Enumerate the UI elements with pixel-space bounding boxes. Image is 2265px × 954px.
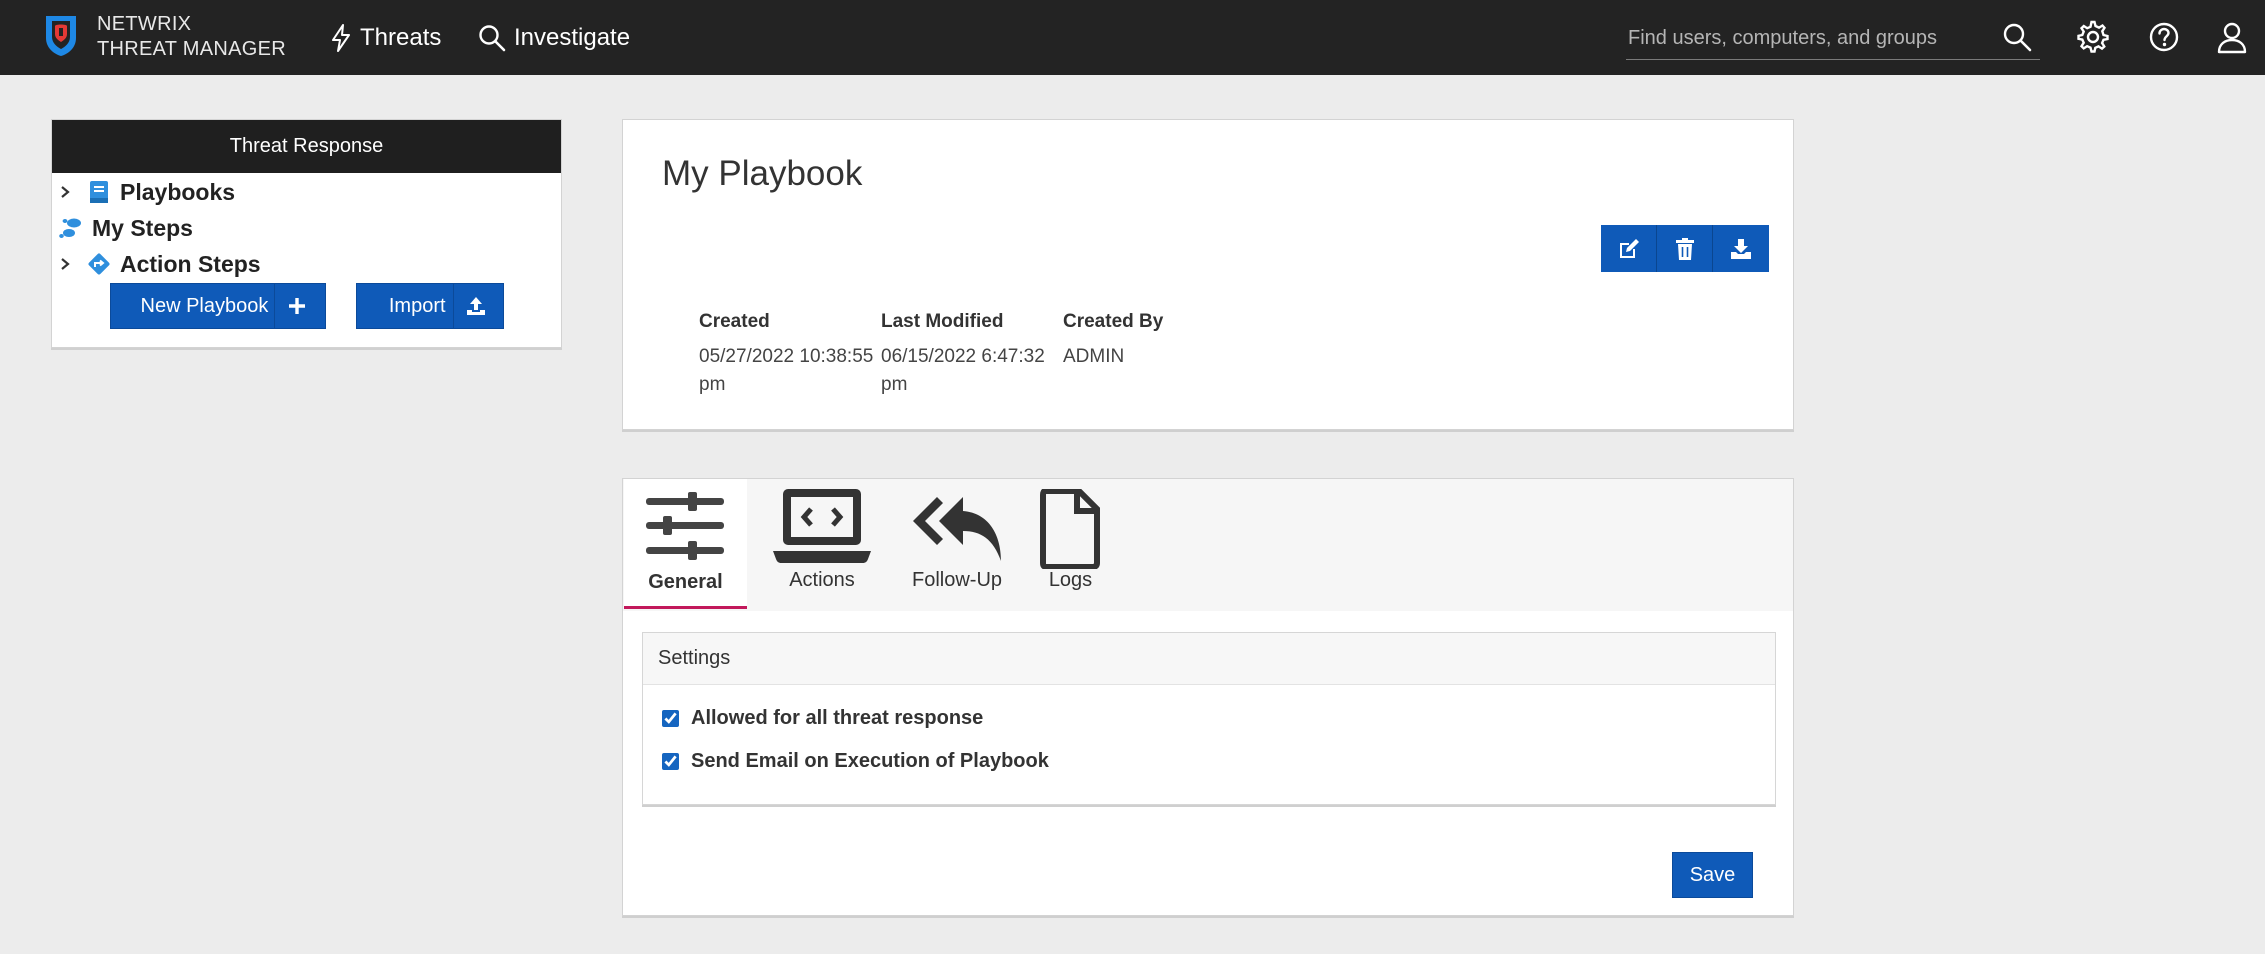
tree-item-action-steps[interactable]: Action Steps xyxy=(52,247,261,281)
diamond-arrow-icon xyxy=(88,253,110,275)
laptop-code-icon xyxy=(773,489,871,563)
nav-threats[interactable]: Threats xyxy=(330,22,441,54)
import-label: Import xyxy=(388,294,446,317)
footsteps-icon xyxy=(59,218,81,238)
file-icon xyxy=(1040,489,1100,569)
new-playbook-button[interactable]: New Playbook xyxy=(110,283,326,329)
tab-bar: General Actions Follow-Up Logs xyxy=(623,479,1793,611)
tab-follow-up[interactable]: Follow-Up xyxy=(902,479,1012,609)
help-icon xyxy=(2149,22,2179,52)
tab-logs[interactable]: Logs xyxy=(1033,479,1108,609)
brand-name: NETWRIX THREAT MANAGER xyxy=(97,12,286,62)
search-button[interactable] xyxy=(2002,22,2034,54)
meta-created: Created 05/27/2022 10:38:55 pm xyxy=(699,308,884,399)
bolt-icon xyxy=(332,24,350,52)
option-label: Send Email on Execution of Playbook xyxy=(691,750,1049,772)
playbook-config-card: General Actions Follow-Up Logs Settings … xyxy=(622,478,1794,916)
tab-logs-label: Logs xyxy=(1048,569,1093,591)
allowed-all-checkbox[interactable] xyxy=(662,710,679,727)
user-menu-button[interactable] xyxy=(2215,20,2249,54)
tab-follow-up-label: Follow-Up xyxy=(911,569,1003,591)
save-button[interactable]: Save xyxy=(1672,852,1753,898)
upload-icon xyxy=(453,284,497,328)
threat-response-panel: Threat Response Playbooks My Steps Actio… xyxy=(51,119,562,348)
netwrix-logo-icon[interactable] xyxy=(38,12,88,62)
top-nav-bar: NETWRIX THREAT MANAGER Threats Investiga… xyxy=(0,0,2265,75)
settings-button[interactable] xyxy=(2076,20,2110,54)
import-button[interactable]: Import xyxy=(356,283,504,329)
nav-investigate-label: Investigate xyxy=(514,24,631,51)
playbook-action-buttons xyxy=(1601,225,1769,272)
search-input[interactable] xyxy=(1626,24,1986,52)
plus-icon xyxy=(273,284,319,328)
tree-item-my-steps[interactable]: My Steps xyxy=(52,211,193,245)
created-by-value: ADMIN xyxy=(1063,346,1125,367)
delete-button[interactable] xyxy=(1657,225,1713,272)
tab-general-label: General xyxy=(648,571,723,593)
chevron-right-icon[interactable] xyxy=(58,184,72,200)
option-label: Allowed for all threat response xyxy=(691,707,984,729)
tree-item-playbooks[interactable]: Playbooks xyxy=(52,175,235,209)
tree-item-label: My Steps xyxy=(92,214,193,241)
playbook-details-card: My Playbook Created 05/27/2022 10:38:55 … xyxy=(622,119,1794,430)
panel-title: Threat Response xyxy=(52,120,561,173)
created-by-label: Created By xyxy=(1063,311,1164,332)
tab-general[interactable]: General xyxy=(624,479,747,609)
meta-created-by: Created By ADMIN xyxy=(1063,308,1248,371)
trash-icon xyxy=(1675,237,1694,260)
search-icon xyxy=(2003,23,2032,52)
reply-all-icon xyxy=(913,497,1001,561)
search-icon xyxy=(479,25,506,52)
edit-icon xyxy=(1619,238,1639,258)
nav-investigate[interactable]: Investigate xyxy=(478,22,630,54)
user-icon xyxy=(2217,22,2247,54)
created-value: 05/27/2022 10:38:55 pm xyxy=(699,346,874,395)
new-playbook-label: New Playbook xyxy=(140,294,269,317)
book-icon xyxy=(90,181,108,203)
tree-item-label: Action Steps xyxy=(120,250,261,277)
nav-threats-label: Threats xyxy=(360,24,442,51)
help-button[interactable] xyxy=(2147,20,2181,54)
option-send-email[interactable]: Send Email on Execution of Playbook xyxy=(662,750,1049,773)
download-icon xyxy=(1731,238,1751,259)
download-button[interactable] xyxy=(1713,225,1769,272)
settings-title: Settings xyxy=(643,633,1775,685)
brand-line-1: NETWRIX xyxy=(97,13,192,35)
tree-item-label: Playbooks xyxy=(120,178,236,205)
settings-panel: Settings Allowed for all threat response… xyxy=(642,632,1776,805)
meta-last-modified: Last Modified 06/15/2022 6:47:32 pm xyxy=(881,308,1066,399)
page-title: My Playbook xyxy=(662,154,863,193)
send-email-checkbox[interactable] xyxy=(662,753,679,770)
sliders-icon xyxy=(646,492,724,560)
global-search xyxy=(1626,16,2040,60)
brand-line-2: THREAT MANAGER xyxy=(97,38,287,60)
chevron-right-icon[interactable] xyxy=(58,256,72,272)
created-label: Created xyxy=(699,311,770,332)
gear-icon xyxy=(2077,20,2109,53)
tab-actions[interactable]: Actions xyxy=(767,479,877,609)
last-modified-label: Last Modified xyxy=(881,311,1004,332)
last-modified-value: 06/15/2022 6:47:32 pm xyxy=(881,346,1045,395)
edit-button[interactable] xyxy=(1601,225,1657,272)
tab-actions-label: Actions xyxy=(789,569,855,591)
option-allowed-all-threat-response[interactable]: Allowed for all threat response xyxy=(662,707,983,730)
